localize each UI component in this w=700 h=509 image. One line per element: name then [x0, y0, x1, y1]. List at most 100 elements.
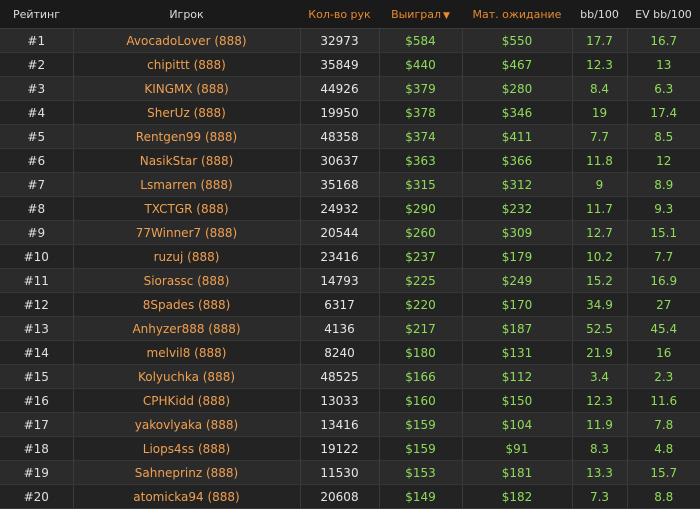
table-row[interactable]: #10 ruzuj (888) 23416 $237 $179 10.2 7.7 — [0, 244, 700, 269]
cell-ev: $411 — [461, 124, 572, 149]
cell-evbb100: 15.7 — [626, 460, 700, 485]
table-row[interactable]: #2 chipittt (888) 35849 $440 $467 12.3 13 — [0, 52, 700, 77]
cell-hands: 48358 — [299, 124, 379, 149]
cell-bb100: 9 — [571, 172, 627, 197]
cell-player[interactable]: Lsmarren (888) — [72, 172, 300, 197]
table-row[interactable]: #6 NasikStar (888) 30637 $363 $366 11.8 12 — [0, 148, 700, 173]
cell-evbb100: 16.9 — [626, 268, 700, 293]
cell-ev: $131 — [461, 340, 572, 365]
cell-bb100: 17.7 — [571, 28, 627, 53]
cell-ev: $309 — [461, 220, 572, 245]
cell-player[interactable]: TXCTGR (888) — [72, 196, 300, 221]
cell-player[interactable]: Rentgen99 (888) — [72, 124, 300, 149]
table-row[interactable]: #13 Anhyzer888 (888) 4136 $217 $187 52.5 45.4 — [0, 316, 700, 341]
cell-rank: #2 — [0, 52, 73, 77]
header-row: Рейтинг Игрок Кол-во рук Выиграл ▼ Мат. о… — [0, 0, 700, 29]
table-body: #1 AvocadoLover (888) 32973 $584 $550 17.7 16.… — [0, 28, 700, 509]
cell-player[interactable]: Kolyuchka (888) — [72, 364, 300, 389]
cell-bb100: 10.2 — [571, 244, 627, 269]
cell-rank: #16 — [0, 388, 73, 413]
cell-player[interactable]: Siorassc (888) — [72, 268, 300, 293]
cell-player[interactable]: melvil8 (888) — [72, 340, 300, 365]
table-row[interactable]: #19 Sahneprinz (888) 11530 $153 $181 13.3 15.7 — [0, 460, 700, 485]
column-header-evbb100[interactable]: EV bb/100 — [627, 0, 700, 29]
table-row[interactable]: #8 TXCTGR (888) 24932 $290 $232 11.7 9.3 — [0, 196, 700, 221]
column-header-player[interactable]: Игрок — [73, 0, 300, 29]
cell-won: $220 — [378, 292, 462, 317]
table-row[interactable]: #3 KINGMX (888) 44926 $379 $280 8.4 6.3 — [0, 76, 700, 101]
column-header-ev[interactable]: Мат. ожидание — [462, 0, 572, 29]
cell-player[interactable]: KINGMX (888) — [72, 76, 300, 101]
cell-player[interactable]: ruzuj (888) — [72, 244, 300, 269]
cell-hands: 35849 — [299, 52, 379, 77]
table-row[interactable]: #7 Lsmarren (888) 35168 $315 $312 9 8.9 — [0, 172, 700, 197]
table-row[interactable]: #15 Kolyuchka (888) 48525 $166 $112 3.4 2.3 — [0, 364, 700, 389]
table-row[interactable]: #18 Liops4ss (888) 19122 $159 $91 8.3 4.8 — [0, 436, 700, 461]
cell-evbb100: 7.7 — [626, 244, 700, 269]
table-row[interactable]: #20 atomicka94 (888) 20608 $149 $182 7.3 8.8 — [0, 484, 700, 509]
column-header-won[interactable]: Выиграл ▼ — [379, 0, 462, 29]
cell-won: $440 — [378, 52, 462, 77]
cell-player[interactable]: 77Winner7 (888) — [72, 220, 300, 245]
cell-evbb100: 17.4 — [626, 100, 700, 125]
leaderboard-table: Рейтинг Игрок Кол-во рук Выиграл ▼ Мат. о… — [0, 0, 700, 509]
cell-won: $378 — [378, 100, 462, 125]
cell-bb100: 7.7 — [571, 124, 627, 149]
table-row[interactable]: #17 yakovlyaka (888) 13416 $159 $104 11.9 7.8 — [0, 412, 700, 437]
cell-player[interactable]: SherUz (888) — [72, 100, 300, 125]
cell-evbb100: 12 — [626, 148, 700, 173]
column-header-bb100[interactable]: bb/100 — [572, 0, 627, 29]
cell-won: $180 — [378, 340, 462, 365]
table-row[interactable]: #9 77Winner7 (888) 20544 $260 $309 12.7 15.1 — [0, 220, 700, 245]
cell-player[interactable]: NasikStar (888) — [72, 148, 300, 173]
column-header-rank[interactable]: Рейтинг — [0, 0, 73, 29]
table-row[interactable]: #14 melvil8 (888) 8240 $180 $131 21.9 16 — [0, 340, 700, 365]
cell-ev: $104 — [461, 412, 572, 437]
cell-player[interactable]: CPHKidd (888) — [72, 388, 300, 413]
cell-ev: $550 — [461, 28, 572, 53]
cell-bb100: 8.4 — [571, 76, 627, 101]
cell-won: $166 — [378, 364, 462, 389]
cell-hands: 13416 — [299, 412, 379, 437]
cell-hands: 19122 — [299, 436, 379, 461]
cell-won: $159 — [378, 436, 462, 461]
cell-player[interactable]: Liops4ss (888) — [72, 436, 300, 461]
cell-bb100: 15.2 — [571, 268, 627, 293]
cell-player[interactable]: yakovlyaka (888) — [72, 412, 300, 437]
cell-rank: #4 — [0, 100, 73, 125]
cell-bb100: 7.3 — [571, 484, 627, 509]
table-row[interactable]: #16 CPHKidd (888) 13033 $160 $150 12.3 11.6 — [0, 388, 700, 413]
cell-player[interactable]: chipittt (888) — [72, 52, 300, 77]
cell-hands: 48525 — [299, 364, 379, 389]
cell-bb100: 12.3 — [571, 388, 627, 413]
table-row[interactable]: #12 8Spades (888) 6317 $220 $170 34.9 27 — [0, 292, 700, 317]
cell-player[interactable]: 8Spades (888) — [72, 292, 300, 317]
table-row[interactable]: #5 Rentgen99 (888) 48358 $374 $411 7.7 8.5 — [0, 124, 700, 149]
cell-rank: #13 — [0, 316, 73, 341]
column-header-won-label: Выиграл — [391, 7, 441, 21]
cell-won: $374 — [378, 124, 462, 149]
cell-hands: 13033 — [299, 388, 379, 413]
cell-ev: $182 — [461, 484, 572, 509]
cell-player[interactable]: AvocadoLover (888) — [72, 28, 300, 53]
cell-player[interactable]: Sahneprinz (888) — [72, 460, 300, 485]
cell-won: $149 — [378, 484, 462, 509]
cell-evbb100: 16 — [626, 340, 700, 365]
table-header: Рейтинг Игрок Кол-во рук Выиграл ▼ Мат. о… — [0, 0, 700, 29]
cell-evbb100: 15.1 — [626, 220, 700, 245]
cell-player[interactable]: atomicka94 (888) — [72, 484, 300, 509]
cell-player[interactable]: Anhyzer888 (888) — [72, 316, 300, 341]
cell-rank: #5 — [0, 124, 73, 149]
table-row[interactable]: #4 SherUz (888) 19950 $378 $346 19 17.4 — [0, 100, 700, 125]
cell-ev: $249 — [461, 268, 572, 293]
table-row[interactable]: #1 AvocadoLover (888) 32973 $584 $550 17.7 16.… — [0, 28, 700, 53]
cell-hands: 44926 — [299, 76, 379, 101]
cell-hands: 8240 — [299, 340, 379, 365]
cell-rank: #10 — [0, 244, 73, 269]
cell-rank: #1 — [0, 28, 73, 53]
caret-down-icon: ▼ — [443, 10, 450, 21]
cell-rank: #17 — [0, 412, 73, 437]
table-row[interactable]: #11 Siorassc (888) 14793 $225 $249 15.2 16.9 — [0, 268, 700, 293]
column-header-hands[interactable]: Кол-во рук — [300, 0, 379, 29]
cell-ev: $346 — [461, 100, 572, 125]
